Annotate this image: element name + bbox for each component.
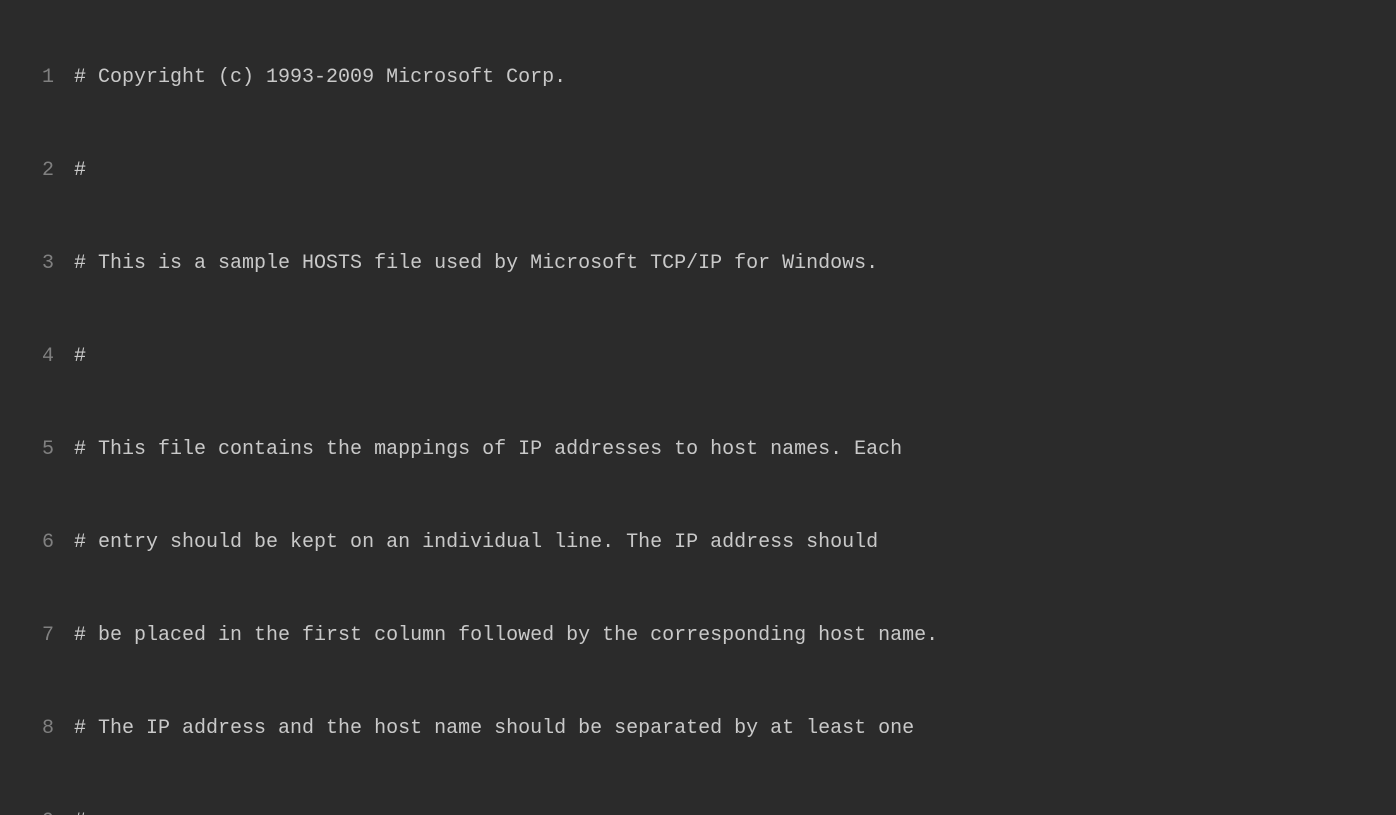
code-content[interactable]: # Copyright (c) 1993-2009 Microsoft Corp… — [74, 0, 1396, 815]
code-line[interactable]: # space. — [74, 806, 1396, 815]
code-line[interactable]: # This file contains the mappings of IP … — [74, 434, 1396, 465]
code-line[interactable]: # Copyright (c) 1993-2009 Microsoft Corp… — [74, 62, 1396, 93]
line-number: 9 — [6, 806, 54, 815]
code-line[interactable]: # be placed in the first column followed… — [74, 620, 1396, 651]
line-number: 6 — [6, 527, 54, 558]
line-number: 5 — [6, 434, 54, 465]
line-number: 7 — [6, 620, 54, 651]
code-line[interactable]: # The IP address and the host name shoul… — [74, 713, 1396, 744]
code-editor[interactable]: 1 2 3 4 5 6 7 8 9 10 11 12 13 14 15 16 1… — [0, 0, 1396, 815]
line-number: 4 — [6, 341, 54, 372]
code-line[interactable]: # entry should be kept on an individual … — [74, 527, 1396, 558]
code-line[interactable]: # — [74, 341, 1396, 372]
code-line[interactable]: # This is a sample HOSTS file used by Mi… — [74, 248, 1396, 279]
line-number: 2 — [6, 155, 54, 186]
code-line[interactable]: # — [74, 155, 1396, 186]
line-number: 8 — [6, 713, 54, 744]
line-number-gutter: 1 2 3 4 5 6 7 8 9 10 11 12 13 14 15 16 1… — [0, 0, 74, 815]
line-number: 3 — [6, 248, 54, 279]
line-number: 1 — [6, 62, 54, 93]
